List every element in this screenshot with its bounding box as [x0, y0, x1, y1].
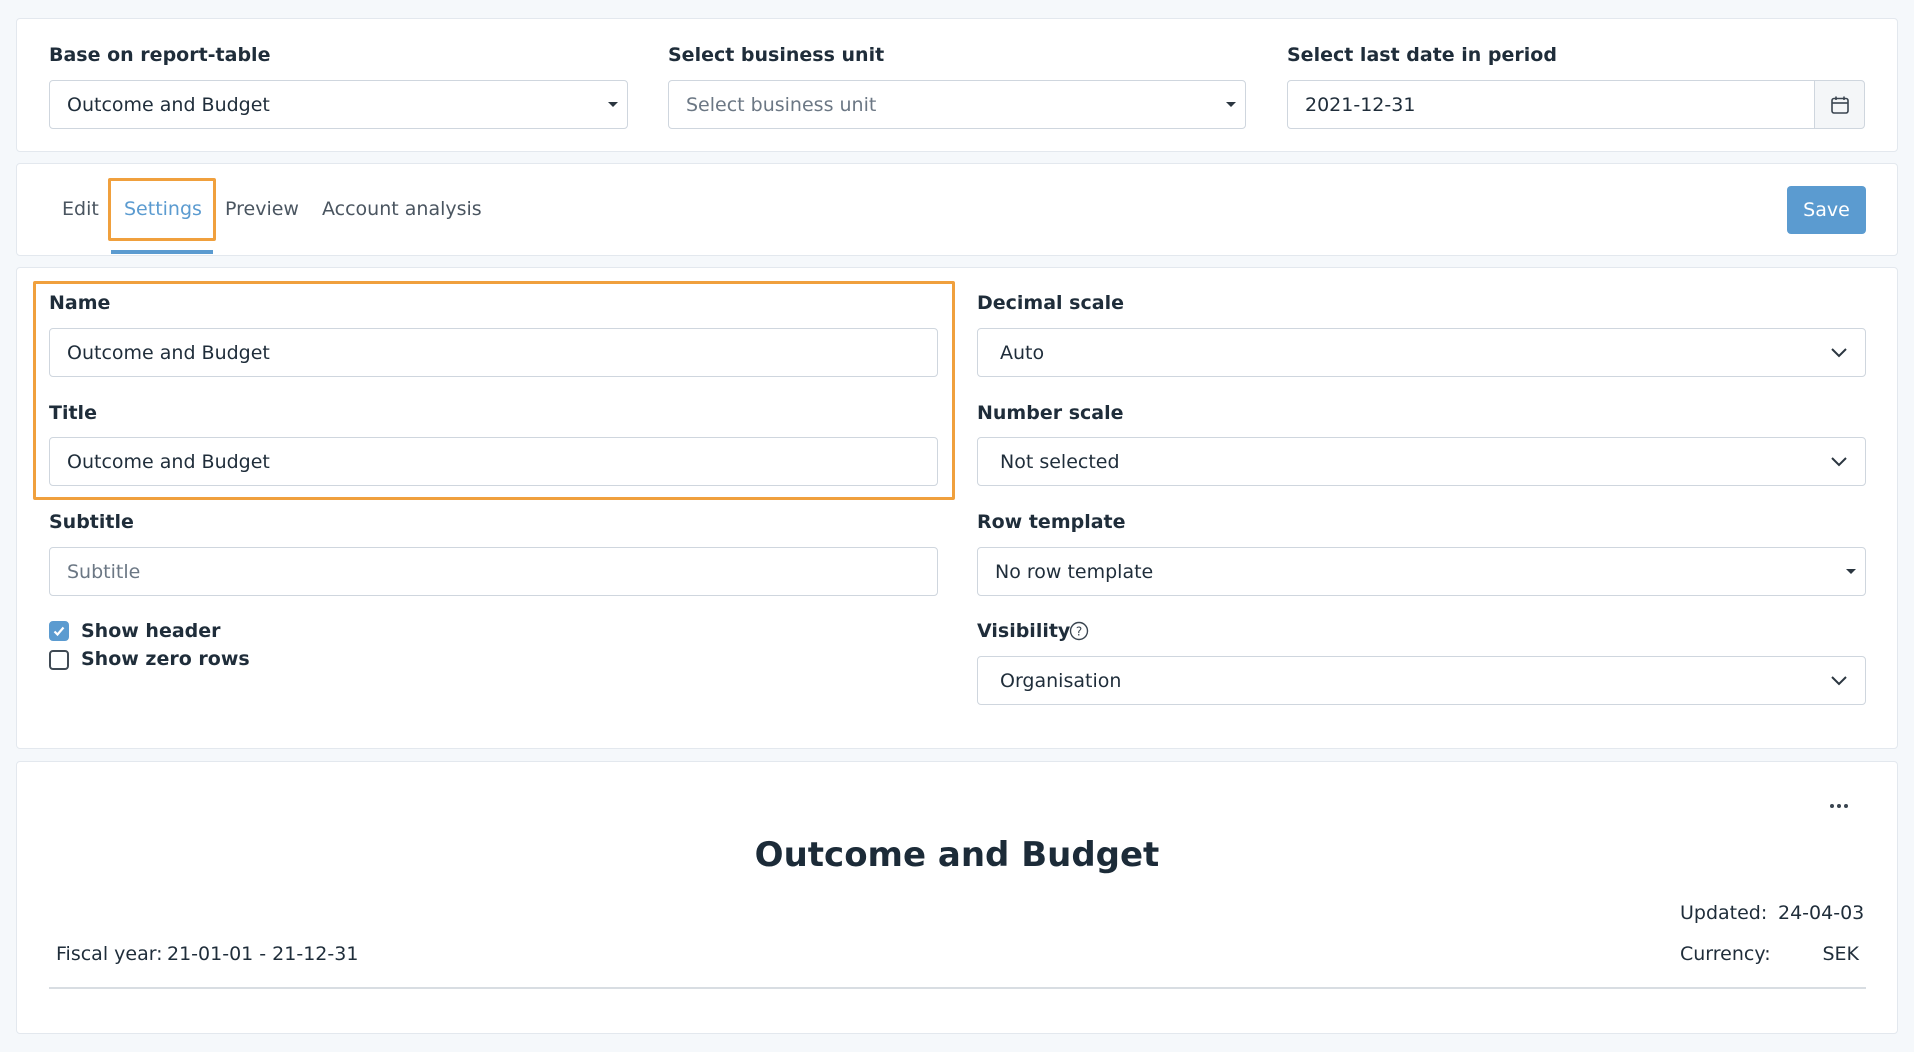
subtitle-placeholder: Subtitle: [67, 560, 141, 583]
active-tab-indicator: [111, 250, 213, 254]
name-label: Name: [49, 292, 111, 314]
row-template-value: No row template: [995, 560, 1154, 583]
business-unit-select[interactable]: Select business unit: [668, 80, 1246, 129]
title-label: Title: [49, 402, 97, 424]
decimal-scale-label: Decimal scale: [977, 292, 1124, 314]
number-scale-value: Not selected: [1000, 450, 1120, 473]
svg-text:?: ?: [1076, 625, 1082, 639]
fiscal-year-value: 21-01-01 - 21-12-31: [167, 943, 359, 965]
number-scale-select[interactable]: Not selected: [977, 437, 1866, 486]
fiscal-year-label: Fiscal year:: [56, 943, 163, 965]
help-icon[interactable]: ?: [1069, 621, 1089, 641]
subtitle-input[interactable]: Subtitle: [49, 547, 938, 596]
title-input[interactable]: Outcome and Budget: [49, 437, 938, 486]
name-input[interactable]: Outcome and Budget: [49, 328, 938, 377]
business-unit-placeholder: Select business unit: [686, 93, 877, 116]
checkmark-icon: [53, 626, 65, 637]
settings-tab-highlight: [108, 178, 216, 241]
last-date-label: Select last date in period: [1287, 44, 1557, 66]
show-header-label[interactable]: Show header: [81, 620, 221, 642]
chevron-down-icon: [1831, 457, 1847, 467]
calendar-button[interactable]: [1814, 80, 1865, 129]
show-zero-rows-checkbox[interactable]: [49, 650, 69, 670]
ellipsis-icon[interactable]: [1829, 802, 1849, 810]
chevron-down-icon: [1831, 676, 1847, 686]
number-scale-label: Number scale: [977, 402, 1124, 424]
title-value: Outcome and Budget: [67, 450, 270, 473]
chevron-down-icon: [1831, 348, 1847, 358]
report-table-select[interactable]: Outcome and Budget: [49, 80, 628, 129]
tab-preview[interactable]: Preview: [225, 198, 299, 220]
show-header-checkbox[interactable]: [49, 621, 69, 641]
decimal-scale-select[interactable]: Auto: [977, 328, 1866, 377]
currency-value: SEK: [1822, 943, 1859, 965]
business-unit-label: Select business unit: [668, 44, 885, 66]
subtitle-label: Subtitle: [49, 511, 134, 533]
calendar-icon: [1831, 96, 1849, 114]
divider: [49, 987, 1866, 989]
preview-card: [16, 761, 1898, 1034]
currency-label: Currency:: [1680, 943, 1771, 965]
name-value: Outcome and Budget: [67, 341, 270, 364]
caret-down-icon: [608, 102, 618, 107]
caret-down-icon: [1846, 569, 1856, 574]
updated-label: Updated:: [1680, 902, 1768, 924]
visibility-select[interactable]: Organisation: [977, 656, 1866, 705]
caret-down-icon: [1226, 102, 1236, 107]
visibility-value: Organisation: [1000, 669, 1122, 692]
report-table-label: Base on report-table: [49, 44, 271, 66]
last-date-input[interactable]: 2021-12-31: [1287, 80, 1815, 129]
report-table-value: Outcome and Budget: [67, 93, 270, 116]
tab-edit[interactable]: Edit: [62, 198, 99, 220]
row-template-select[interactable]: No row template: [977, 547, 1866, 596]
last-date-value: 2021-12-31: [1305, 93, 1416, 116]
save-button[interactable]: Save: [1787, 186, 1866, 234]
tab-account-analysis[interactable]: Account analysis: [322, 198, 482, 220]
show-zero-rows-label[interactable]: Show zero rows: [81, 648, 250, 670]
decimal-scale-value: Auto: [1000, 341, 1045, 364]
report-title: Outcome and Budget: [754, 835, 1160, 875]
updated-value: 24-04-03: [1778, 902, 1865, 924]
visibility-label: Visibility: [977, 620, 1071, 642]
row-template-label: Row template: [977, 511, 1126, 533]
